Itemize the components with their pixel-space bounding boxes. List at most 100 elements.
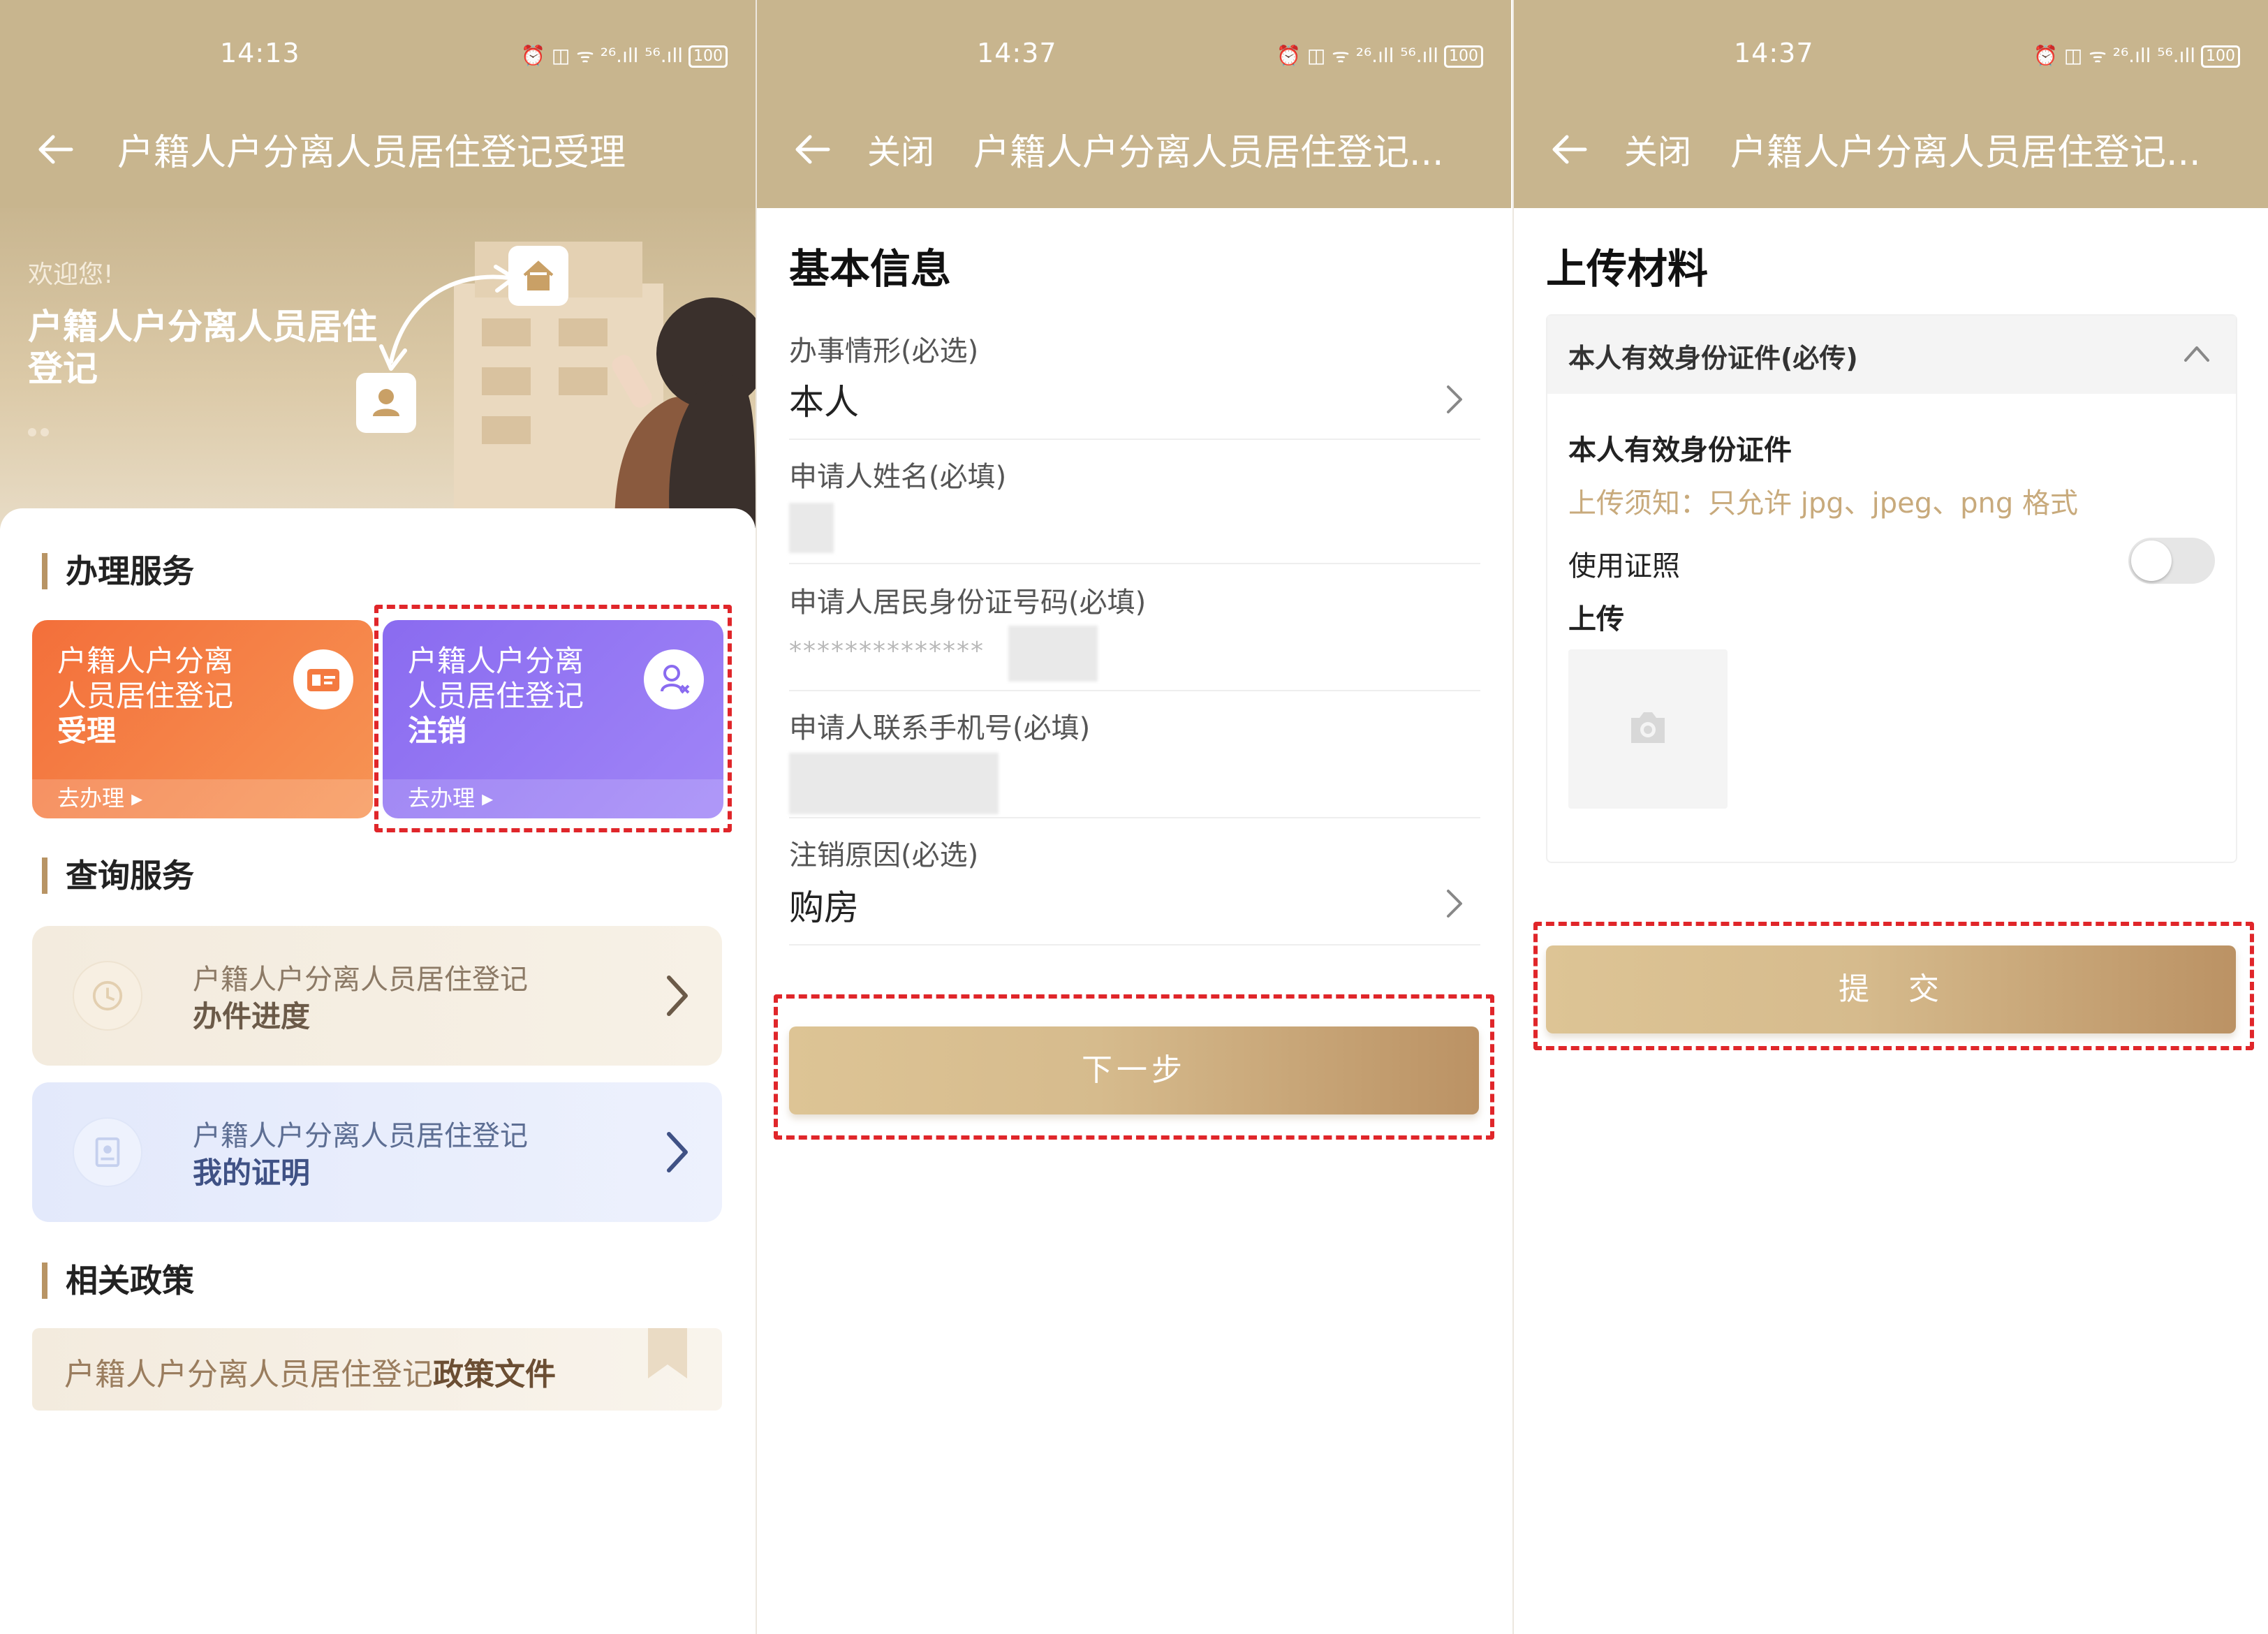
battery-icon: 100: [1444, 45, 1483, 68]
close-link[interactable]: 关闭: [1624, 124, 1691, 173]
service-card-register[interactable]: 户籍人户分离 人员居住登记 受理 去办理 ▸: [32, 620, 373, 818]
panel-header-text: 本人有效身份证件(必传): [1568, 343, 1858, 374]
policy-text-main: 户籍人户分离人员居住登记: [64, 1357, 433, 1392]
use-license-toggle[interactable]: [2128, 538, 2215, 584]
welcome-banner: 欢迎您! 户籍人户分离人员居住登记: [0, 208, 756, 529]
toggle-knob: [2131, 540, 2172, 581]
panel-header[interactable]: 本人有效身份证件(必传): [1547, 316, 2236, 394]
chevron-right-icon[interactable]: [1441, 883, 1469, 925]
query-item-progress[interactable]: 户籍人户分离人员居住登记 办件进度: [32, 926, 722, 1066]
back-arrow-icon[interactable]: [1549, 128, 1591, 170]
phone-screen-service-home: 14:13 ⏰ ◫ ᯤ ²⁶.ıll ⁵⁶.ıll 100 户籍人户分离人员居住登…: [0, 0, 756, 1634]
phone-screen-basic-info: 14:37 ⏰ ◫ ᯤ ²⁶.ıll ⁵⁶.ıll 100 关闭 户籍人户分离人员…: [757, 0, 1511, 1634]
divider: [789, 563, 1480, 564]
service-card-text: 户籍人户分离 人员居住登记 受理: [57, 644, 233, 749]
status-icons: ⏰ ◫ ᯤ ²⁶.ıll ⁵⁶.ıll 100: [521, 42, 728, 68]
status-bar: 14:13 ⏰ ◫ ᯤ ²⁶.ıll ⁵⁶.ıll 100: [0, 35, 756, 77]
query-item-subtitle: 我的证明: [193, 1156, 311, 1190]
battery-icon: 100: [2201, 45, 2240, 68]
id-document-panel: 本人有效身份证件(必传) 本人有效身份证件 上传须知：只允许 jpg、jpeg、…: [1546, 314, 2237, 863]
query-item-title: 户籍人户分离人员居住登记: [193, 1120, 528, 1152]
divider: [789, 944, 1480, 945]
reason-select[interactable]: 购房: [789, 880, 859, 930]
policy-text-strong: 政策文件: [433, 1357, 556, 1392]
query-item-subtitle: 办件进度: [193, 999, 311, 1033]
back-arrow-icon[interactable]: [792, 128, 834, 170]
use-license-label: 使用证照: [1568, 550, 1680, 582]
divider: [789, 690, 1480, 691]
section-heading-handle: 办理服务: [42, 553, 194, 589]
status-icons: ⏰ ◫ ᯤ ²⁶.ıll ⁵⁶.ıll 100: [2033, 42, 2240, 68]
close-link[interactable]: 关闭: [867, 124, 934, 173]
welcome-text: 欢迎您!: [28, 260, 114, 289]
signal-icons: ⏰ ◫ ᯤ ²⁶.ıll ⁵⁶.ıll: [2033, 44, 2195, 67]
id-card-icon: [293, 649, 353, 709]
services-panel: 办理服务 户籍人户分离 人员居住登记 受理 去办理 ▸ 户籍人户分离 人员居住登…: [0, 508, 756, 1634]
upload-form: 上传材料 本人有效身份证件(必传) 本人有效身份证件 上传须知：只允许 jpg、…: [1514, 208, 2268, 1634]
query-item-title: 户籍人户分离人员居住登记: [193, 964, 528, 996]
chevron-right-icon[interactable]: [1441, 378, 1469, 420]
service-card-line: 户籍人户分离: [57, 644, 234, 678]
page-title: 户籍人户分离人员居住登记...: [1730, 132, 2201, 174]
go-handle-link[interactable]: 去办理 ▸: [57, 781, 142, 813]
signal-icons: ⏰ ◫ ᯤ ²⁶.ıll ⁵⁶.ıll: [1276, 44, 1438, 67]
screenshot-stage: 14:13 ⏰ ◫ ᯤ ²⁶.ıll ⁵⁶.ıll 100 户籍人户分离人员居住登…: [0, 0, 2268, 1634]
status-time: 14:13: [220, 38, 300, 68]
phone-screen-upload: 14:37 ⏰ ◫ ᯤ ²⁶.ıll ⁵⁶.ıll 100 关闭 户籍人户分离人员…: [1514, 0, 2268, 1634]
field-label-id-number: 申请人居民身份证号码(必填): [789, 587, 1147, 619]
back-arrow-icon[interactable]: [35, 128, 77, 170]
battery-icon: 100: [688, 45, 728, 68]
status-time: 14:37: [977, 38, 1057, 68]
page-title: 户籍人户分离人员居住登记受理: [117, 132, 626, 174]
status-icons: ⏰ ◫ ᯤ ²⁶.ıll ⁵⁶.ıll 100: [1276, 42, 1483, 68]
transfer-arrow-icon: [379, 265, 516, 371]
header-bar: 14:37 ⏰ ◫ ᯤ ²⁶.ıll ⁵⁶.ıll 100 关闭 户籍人户分离人员…: [757, 0, 1511, 208]
upload-label: 上传: [1568, 603, 1624, 635]
bookmark-icon: [648, 1328, 687, 1378]
nav-bar: 户籍人户分离人员居住登记受理: [0, 112, 756, 182]
signal-icons: ⏰ ◫ ᯤ ²⁶.ıll ⁵⁶.ıll: [521, 44, 683, 67]
section-heading-policy: 相关政策: [42, 1263, 194, 1299]
document-title: 本人有效身份证件: [1568, 434, 1792, 466]
field-label-phone: 申请人联系手机号(必填): [789, 712, 1091, 744]
form-title: 基本信息: [789, 245, 952, 293]
clock-icon: [73, 961, 142, 1031]
field-label-reason: 注销原因(必选): [789, 839, 979, 871]
name-field[interactable]: [789, 503, 834, 553]
highlight-box: [1533, 922, 2254, 1050]
highlight-box: [374, 605, 732, 832]
carousel-dots[interactable]: [28, 426, 53, 439]
policy-text: 户籍人户分离人员居住登记政策文件: [64, 1349, 556, 1394]
chevron-up-icon[interactable]: [2181, 341, 2212, 366]
status-bar: 14:37 ⏰ ◫ ᯤ ²⁶.ıll ⁵⁶.ıll 100: [1514, 35, 2268, 77]
id-number-field[interactable]: **************: [789, 637, 985, 665]
field-label-situation: 办事情形(必选): [789, 335, 979, 367]
service-card-line: 人员居住登记: [57, 679, 234, 713]
status-time: 14:37: [1734, 38, 1814, 68]
upload-photo-button[interactable]: [1568, 649, 1728, 809]
service-card-type: 受理: [57, 714, 117, 748]
nav-bar: 关闭 户籍人户分离人员居住登记...: [1514, 112, 2268, 182]
header-bar: 14:37 ⏰ ◫ ᯤ ²⁶.ıll ⁵⁶.ıll 100 关闭 户籍人户分离人员…: [1514, 0, 2268, 208]
query-item-certificate[interactable]: 户籍人户分离人员居住登记 我的证明: [32, 1082, 722, 1222]
nav-bar: 关闭 户籍人户分离人员居住登记...: [757, 112, 1511, 182]
section-heading-query: 查询服务: [42, 858, 194, 894]
phone-field[interactable]: [789, 753, 999, 814]
situation-select[interactable]: 本人: [789, 374, 859, 425]
page-title: 户籍人户分离人员居住登记...: [973, 132, 1444, 174]
form-title: 上传材料: [1546, 245, 1709, 293]
highlight-box: [774, 994, 1494, 1140]
camera-icon: [1631, 712, 1665, 743]
status-bar: 14:37 ⏰ ◫ ᯤ ²⁶.ıll ⁵⁶.ıll 100: [757, 35, 1511, 77]
person-icon: [356, 373, 416, 433]
certificate-icon: [73, 1117, 142, 1187]
header-bar: 14:13 ⏰ ◫ ᯤ ²⁶.ıll ⁵⁶.ıll 100 户籍人户分离人员居住登…: [0, 0, 756, 208]
chevron-right-icon: [667, 1132, 688, 1172]
policy-file-link[interactable]: 户籍人户分离人员居住登记政策文件: [32, 1328, 722, 1411]
divider: [789, 817, 1480, 818]
house-icon: [508, 246, 568, 306]
basic-info-form: 基本信息 办事情形(必选) 本人 申请人姓名(必填) 申请人居民身份证号码(必填…: [757, 208, 1511, 1634]
chevron-right-icon: [667, 976, 688, 1016]
divider: [789, 439, 1480, 440]
redacted-mask: [1008, 626, 1098, 682]
